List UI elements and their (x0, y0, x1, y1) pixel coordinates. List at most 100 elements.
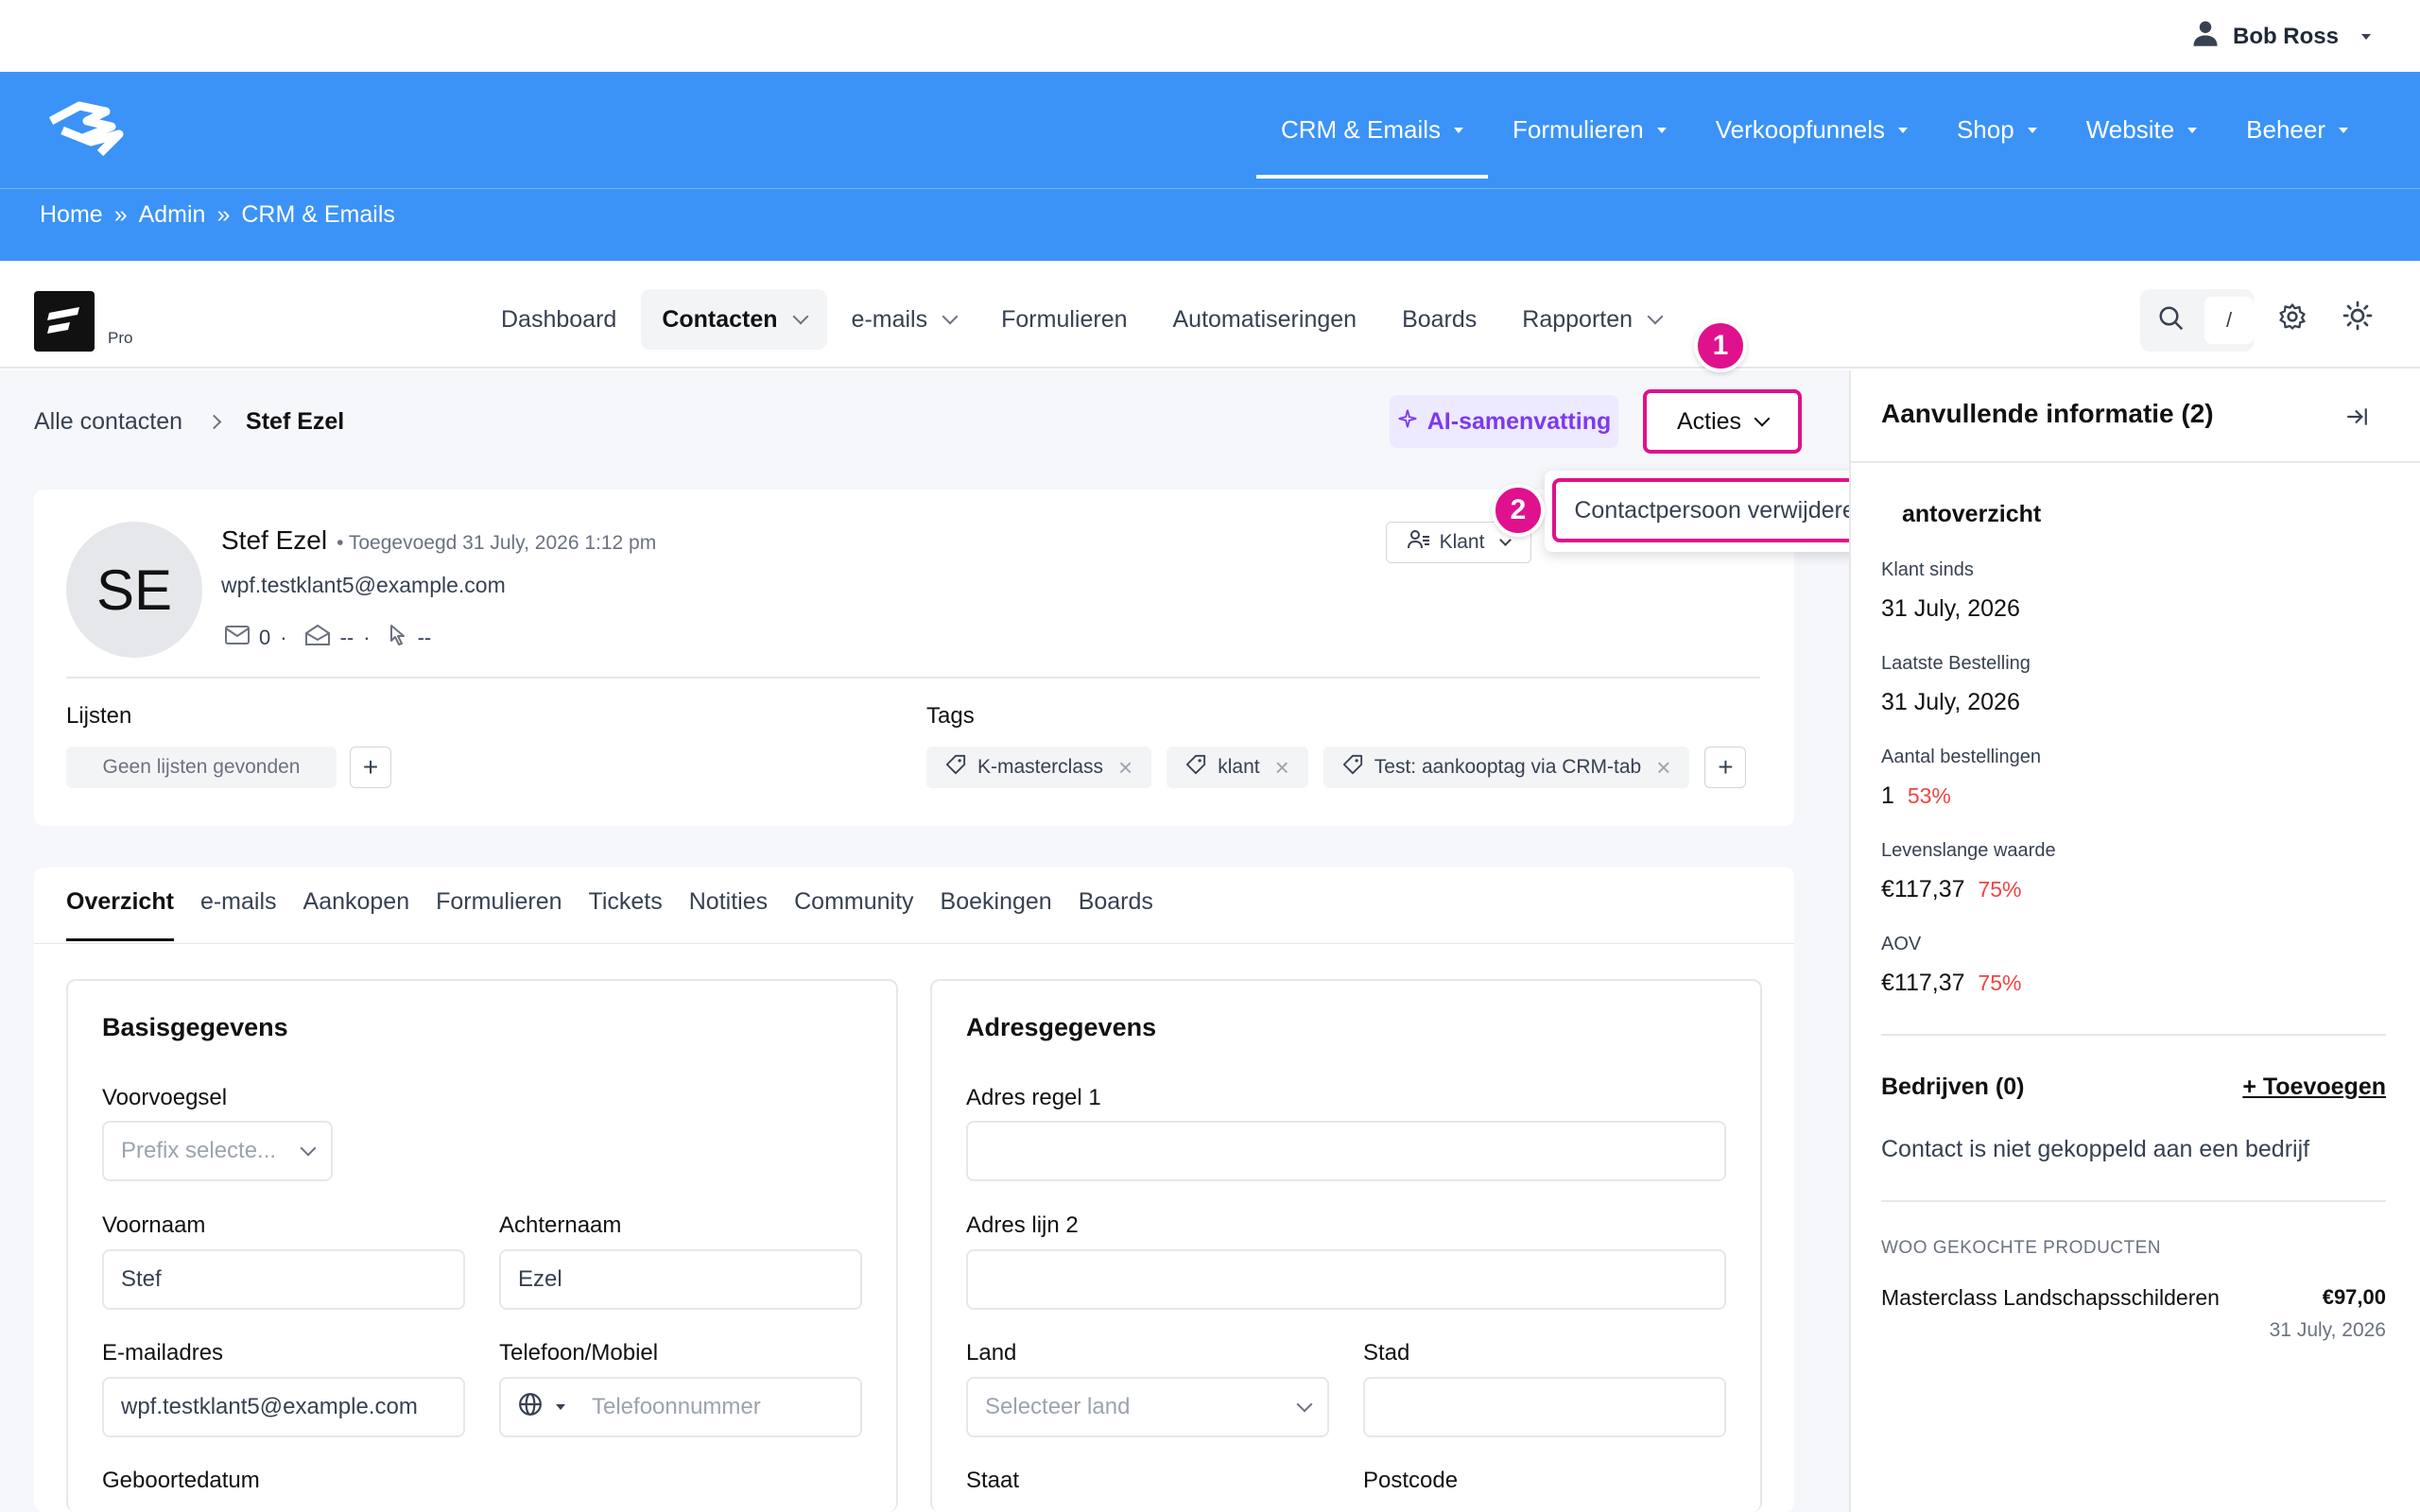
first-name-input[interactable]: Stef (102, 1249, 465, 1310)
prefix-select[interactable]: Prefix selecte... (102, 1121, 333, 1181)
emails-sent-count: 0 (259, 626, 271, 649)
search-shortcut: / (2204, 297, 2254, 344)
globe-icon[interactable] (518, 1392, 543, 1423)
tag-icon (945, 754, 966, 781)
caret-down-icon (2027, 127, 2037, 133)
tab-item[interactable]: Tickets (589, 888, 663, 941)
breadcrumb-item[interactable]: Admin (139, 201, 206, 229)
ai-summary-button[interactable]: AI-samenvatting (1390, 395, 1618, 448)
tab-item[interactable]: Aankopen (303, 888, 410, 941)
app-bar: Pro Dashboard Contacten e-mails Formulieren… (0, 274, 2420, 369)
country-label: Land (966, 1340, 1017, 1366)
app-nav-item[interactable]: Boards (1381, 289, 1497, 350)
tag-label: K-masterclass (977, 756, 1104, 778)
tab-item[interactable]: Boards (1079, 888, 1153, 941)
breadcrumb-separator: » (113, 201, 128, 228)
address-line1-input[interactable] (966, 1121, 1726, 1181)
tab-item[interactable]: Formulieren (436, 888, 562, 941)
phone-input[interactable]: Telefoonnummer (499, 1377, 862, 1437)
search-button[interactable]: / (2140, 289, 2254, 352)
remove-tag-icon[interactable]: × (1275, 753, 1289, 782)
envelope-open-icon (304, 624, 331, 652)
tab-item[interactable]: Boekingen (941, 888, 1052, 941)
contact-breadcrumb: Alle contacten Stef Ezel (34, 408, 344, 436)
address-title: Adresgegevens (966, 1013, 1157, 1041)
products-title: WOO GEKOCHTE PRODUCTEN (1881, 1238, 2162, 1258)
app-nav-item[interactable]: Contacten (641, 289, 827, 350)
breadcrumb-item[interactable]: Home (40, 201, 103, 229)
tab-item[interactable]: Notities (689, 888, 768, 941)
app-nav-label: Boards (1402, 305, 1478, 333)
page: Bob Ross CRM & Emails Formulieren Verkoopf… (0, 0, 2420, 1512)
zip-label: Postcode (1363, 1468, 1459, 1493)
main-nav-item[interactable]: Formulieren (1488, 72, 1691, 188)
main-nav-label: CRM & Emails (1280, 115, 1441, 144)
companies-empty: Contact is niet gekoppeld aan een bedrij… (1881, 1136, 2310, 1162)
main-nav-item[interactable]: Verkoopfunnels (1691, 72, 1932, 188)
delete-contact-menu-item[interactable]: Contactpersoon verwijderen (1552, 478, 1891, 542)
cursor-click-icon (388, 624, 408, 652)
app-nav-item[interactable]: Formulieren (980, 289, 1148, 350)
main-nav-item[interactable]: Beheer (2221, 72, 2373, 188)
main-nav-item[interactable]: Shop (1932, 72, 2062, 188)
collapse-sidebar-icon[interactable] (2344, 404, 2369, 434)
add-company-link[interactable]: + Toevoegen (2242, 1074, 2386, 1101)
aov-value: €117,37 75% (1881, 970, 2022, 996)
status-label: Klant (1439, 531, 1485, 553)
country-select[interactable]: Selecteer land (966, 1377, 1329, 1437)
user-name: Bob Ross (2232, 23, 2339, 49)
add-list-button[interactable]: + (350, 747, 391, 788)
tag-list: K-masterclass × klant × Test: aankooptag via… (926, 747, 1747, 788)
lists-label: Lijsten (66, 703, 132, 729)
chevron-down-icon (1647, 308, 1664, 325)
actions-button[interactable]: Acties (1643, 389, 1802, 454)
aov-label: AOV (1881, 934, 1922, 954)
main-nav-item[interactable]: Website (2062, 72, 2221, 188)
last-name-input[interactable]: Ezel (499, 1249, 862, 1310)
first-name-label: Voornaam (102, 1212, 206, 1238)
app-nav: Dashboard Contacten e-mails Formulieren Auto… (480, 289, 1682, 350)
overview-section-title: antoverzicht (1902, 501, 2042, 527)
add-tag-button[interactable]: + (1704, 747, 1747, 788)
address-line2-input[interactable] (966, 1249, 1726, 1310)
city-input[interactable] (1363, 1377, 1726, 1437)
main-header: CRM & Emails Formulieren Verkoopfunnels Sho… (0, 72, 2420, 261)
tab-item[interactable]: Overzicht (66, 888, 174, 941)
step-badge-1: 1 (1694, 319, 1747, 372)
basic-info-title: Basisgegevens (102, 1013, 288, 1041)
crumb-all-contacts[interactable]: Alle contacten (34, 408, 182, 436)
tag-icon (1342, 754, 1363, 781)
app-nav-label: Dashboard (501, 305, 617, 333)
user-menu[interactable]: Bob Ross (2191, 19, 2371, 54)
chevron-down-icon (300, 1140, 317, 1157)
gear-icon[interactable] (2278, 302, 2307, 335)
chevron-down-icon (1296, 1396, 1313, 1413)
main-nav-item[interactable]: CRM & Emails (1255, 72, 1489, 188)
app-logo[interactable]: Pro (34, 291, 132, 352)
state-label: Staat (966, 1468, 1020, 1493)
breadcrumb-separator: » (216, 201, 231, 228)
tab-item[interactable]: Community (794, 888, 913, 941)
app-nav-item[interactable]: e-mails (831, 289, 977, 350)
theme-toggle-sun-icon[interactable] (2342, 301, 2373, 335)
remove-tag-icon[interactable]: × (1118, 753, 1132, 782)
remove-tag-icon[interactable]: × (1656, 753, 1670, 782)
app-nav-label: Automatiseringen (1172, 305, 1357, 333)
main-nav-label: Beheer (2246, 115, 2325, 144)
ai-summary-label: AI-samenvatting (1426, 407, 1612, 435)
tag-chip: Test: aankooptag via CRM-tab × (1322, 747, 1690, 788)
site-logo-icon[interactable] (45, 100, 129, 162)
app-nav-item[interactable]: Rapporten (1501, 289, 1682, 350)
tab-item[interactable]: e-mails (200, 888, 277, 941)
email-input[interactable]: wpf.testklant5@example.com (102, 1377, 465, 1437)
caret-down-icon (2187, 127, 2198, 133)
app-nav-item[interactable]: Automatiseringen (1152, 289, 1378, 350)
app-nav-item[interactable]: Dashboard (480, 289, 637, 350)
app-logo-icon (34, 291, 95, 352)
app-nav-label: e-mails (851, 305, 928, 333)
tags-label: Tags (926, 703, 975, 729)
orders-percent: 53% (1907, 783, 1951, 808)
main-nav: CRM & Emails Formulieren Verkoopfunnels Sho… (1255, 72, 2373, 188)
last-name-label: Achternaam (499, 1212, 622, 1238)
breadcrumb-item[interactable]: CRM & Emails (241, 201, 395, 229)
